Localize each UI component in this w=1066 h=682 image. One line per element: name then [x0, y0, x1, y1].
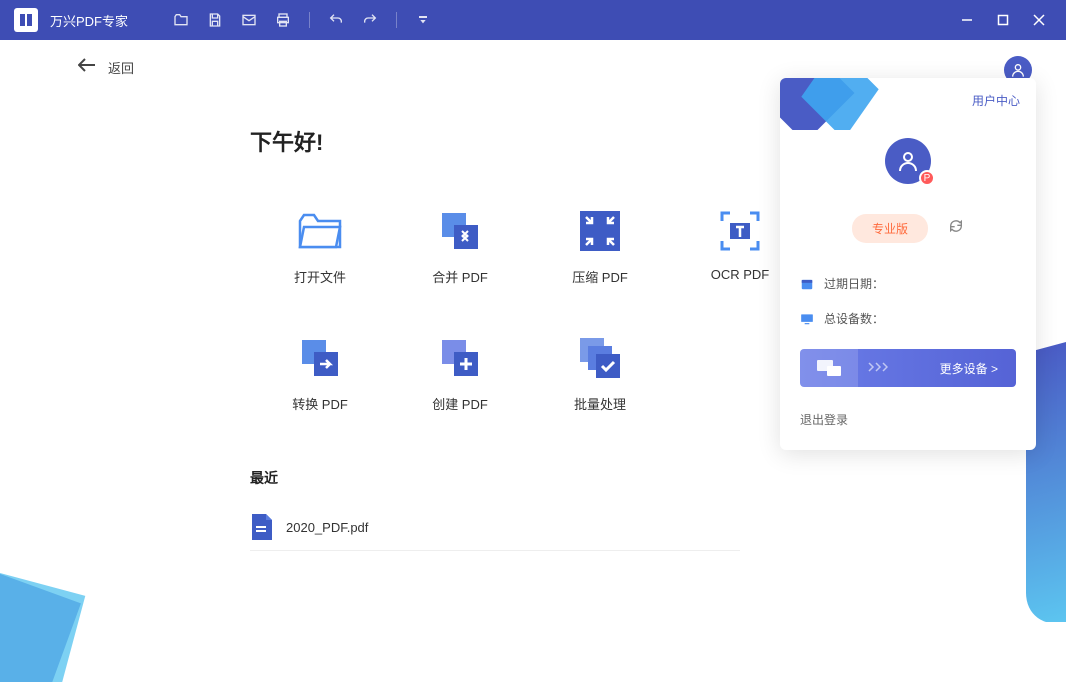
- undo-icon[interactable]: [328, 12, 344, 28]
- tile-label: 转换 PDF: [292, 394, 348, 413]
- app-title: 万兴PDF专家: [50, 11, 128, 30]
- calendar-icon: [800, 277, 814, 291]
- expire-label: 过期日期：: [824, 275, 884, 292]
- close-button[interactable]: [1032, 13, 1046, 27]
- user-avatar[interactable]: P: [885, 138, 931, 184]
- recent-heading: 最近: [250, 468, 1066, 488]
- tile-convert-pdf[interactable]: 转换 PDF: [250, 336, 390, 413]
- print-icon[interactable]: [275, 12, 291, 28]
- toolbar: [173, 12, 431, 28]
- separator: [396, 12, 397, 28]
- back-label[interactable]: 返回: [108, 58, 134, 77]
- recent-file-name: 2020_PDF.pdf: [286, 520, 368, 535]
- merge-icon: [438, 209, 482, 253]
- pro-badge-icon: P: [919, 170, 935, 186]
- monitor-icon: [800, 312, 814, 326]
- create-icon: [438, 336, 482, 380]
- app-window: 万兴PDF专家 返回 下午好! 打开文件: [0, 0, 1066, 682]
- device-label: 总设备数：: [824, 310, 884, 327]
- menu-dropdown-icon[interactable]: [415, 12, 431, 28]
- tile-label: OCR PDF: [711, 267, 770, 282]
- titlebar: 万兴PDF专家: [0, 0, 1066, 40]
- app-logo-icon: [14, 8, 38, 32]
- tile-label: 合并 PDF: [432, 267, 488, 286]
- panel-decoration: [780, 78, 890, 130]
- user-center-link[interactable]: 用户中心: [972, 92, 1020, 109]
- tile-label: 压缩 PDF: [572, 267, 628, 286]
- mail-icon[interactable]: [241, 12, 257, 28]
- more-devices-button[interactable]: 更多设备 >: [800, 349, 1016, 387]
- tile-merge-pdf[interactable]: 合并 PDF: [390, 209, 530, 286]
- account-info: 过期日期： 总设备数：: [800, 275, 1016, 327]
- pdf-file-icon: [250, 514, 272, 540]
- expire-row: 过期日期：: [800, 275, 1016, 292]
- tile-create-pdf[interactable]: 创建 PDF: [390, 336, 530, 413]
- devices-icon: [800, 349, 858, 387]
- tile-label: 打开文件: [294, 267, 346, 286]
- window-controls: [960, 13, 1058, 27]
- content-area: 返回 下午好! 打开文件 合并 PDF 压缩 PDF OCR PDF 转: [0, 40, 1066, 682]
- device-row: 总设备数：: [800, 310, 1016, 327]
- folder-icon[interactable]: [173, 12, 189, 28]
- minimize-button[interactable]: [960, 13, 974, 27]
- maximize-button[interactable]: [996, 13, 1010, 27]
- convert-icon: [298, 336, 342, 380]
- save-icon[interactable]: [207, 12, 223, 28]
- back-arrow-icon[interactable]: [78, 58, 96, 77]
- open-file-icon: [298, 209, 342, 253]
- decoration-left: [0, 532, 100, 682]
- refresh-icon[interactable]: [948, 218, 964, 239]
- panel-header: 用户中心: [780, 78, 1036, 130]
- batch-icon: [578, 336, 622, 380]
- redo-icon[interactable]: [362, 12, 378, 28]
- more-devices-label: 更多设备 >: [940, 360, 1016, 377]
- pro-label: 专业版: [852, 214, 928, 243]
- tile-batch-process[interactable]: 批量处理: [530, 336, 670, 413]
- tile-label: 批量处理: [574, 394, 626, 413]
- logout-link[interactable]: 退出登录: [800, 411, 1016, 428]
- user-panel: 用户中心 P 专业版 过期日期： 总设备数：: [780, 78, 1036, 450]
- tile-compress-pdf[interactable]: 压缩 PDF: [530, 209, 670, 286]
- tile-open-file[interactable]: 打开文件: [250, 209, 390, 286]
- recent-file-item[interactable]: 2020_PDF.pdf: [250, 514, 740, 551]
- tile-label: 创建 PDF: [432, 394, 488, 413]
- ocr-icon: [718, 209, 762, 253]
- separator: [309, 12, 310, 28]
- chevron-right-icon: [868, 361, 888, 375]
- compress-icon: [578, 209, 622, 253]
